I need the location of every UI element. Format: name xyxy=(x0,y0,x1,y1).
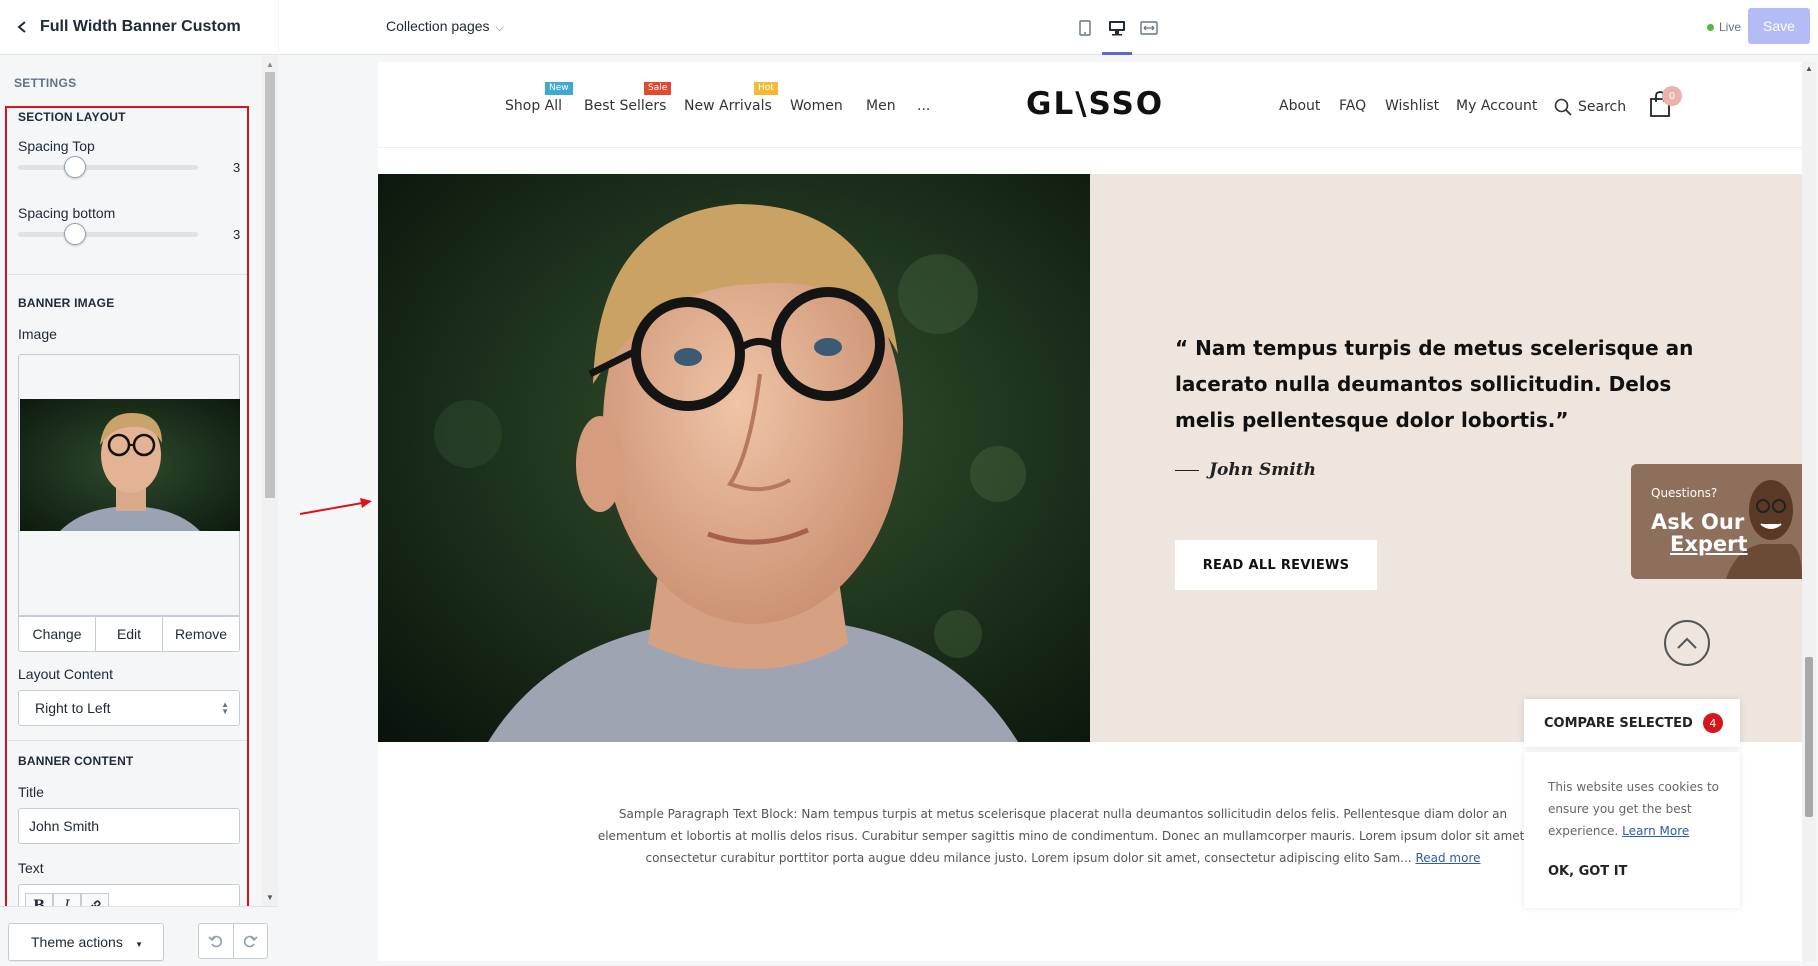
banner-photo xyxy=(378,174,1090,742)
undo-redo-group xyxy=(198,923,268,959)
sidebar-footer: Theme actions ▼ xyxy=(0,906,278,966)
scroll-thumb[interactable] xyxy=(265,72,275,498)
mobile-view-icon[interactable] xyxy=(1069,8,1101,48)
nav-about[interactable]: About xyxy=(1279,98,1320,114)
compare-selected-bar[interactable]: COMPARE SELECTED 4 xyxy=(1524,699,1740,747)
nav-shop-all[interactable]: New Shop All xyxy=(505,82,573,114)
ask-title-line2: Expert xyxy=(1670,532,1748,556)
nav-badge-new: New xyxy=(545,82,573,95)
nav-search[interactable]: Search xyxy=(1554,98,1626,116)
sidebar-header: Full Width Banner Custom xyxy=(0,0,278,55)
section-title: Full Width Banner Custom xyxy=(40,18,241,35)
read-all-reviews-button[interactable]: READ ALL REVIEWS xyxy=(1175,540,1377,590)
settings-label: SETTINGS xyxy=(14,76,77,90)
scroll-to-top-button[interactable] xyxy=(1664,620,1710,666)
theme-actions-button[interactable]: Theme actions ▼ xyxy=(8,923,164,961)
nav-men[interactable]: Men xyxy=(866,98,896,114)
scroll-down-icon[interactable]: ▼ xyxy=(266,893,274,902)
fullscreen-view-icon[interactable] xyxy=(1133,8,1165,48)
live-label: Live xyxy=(1719,20,1742,34)
full-width-banner: “ Nam tempus turpis de metus scelerisque… xyxy=(378,174,1802,742)
paragraph-text-block: Sample Paragraph Text Block: Nam tempus … xyxy=(593,803,1533,869)
ask-expert-widget[interactable]: Questions? Ask Our Expert xyxy=(1631,464,1802,579)
chevron-up-icon xyxy=(1677,637,1697,649)
nav-badge-sale: Sale xyxy=(644,82,672,95)
compare-label: COMPARE SELECTED xyxy=(1544,715,1693,731)
highlight-box xyxy=(5,106,249,906)
nav-women[interactable]: Women xyxy=(790,98,843,114)
store-header: New Shop All Sale Best Sellers Hot New A… xyxy=(378,62,1802,148)
nav-label: Best Sellers xyxy=(584,98,667,114)
cookie-text-block: This website uses cookies to ensure you … xyxy=(1548,776,1723,842)
redo-icon[interactable] xyxy=(233,923,268,959)
cookie-banner: This website uses cookies to ensure you … xyxy=(1524,752,1740,908)
preview-scrollbar[interactable]: ▲ xyxy=(1802,62,1816,961)
nav-label: New Arrivals xyxy=(684,98,772,114)
banner-author: John Smith xyxy=(1175,460,1316,480)
page-type-label: Collection pages xyxy=(386,18,490,34)
paragraph-text: Sample Paragraph Text Block: Nam tempus … xyxy=(597,807,1529,865)
live-dot-icon xyxy=(1707,23,1714,31)
author-dash xyxy=(1175,469,1199,471)
live-status: Live xyxy=(1707,20,1741,34)
store-preview: New Shop All Sale Best Sellers Hot New A… xyxy=(378,62,1802,961)
banner-quote: “ Nam tempus turpis de metus scelerisque… xyxy=(1175,336,1694,432)
nav-faq[interactable]: FAQ xyxy=(1339,98,1366,114)
caret-down-icon: ▼ xyxy=(135,940,143,949)
red-arrow-icon xyxy=(299,498,372,515)
editor-sidebar: Full Width Banner Custom SETTINGS SECTIO… xyxy=(0,0,278,966)
learn-more-link[interactable]: Learn More xyxy=(1622,824,1689,838)
nav-new-arrivals[interactable]: Hot New Arrivals xyxy=(684,82,778,114)
save-button[interactable]: Save xyxy=(1748,8,1810,44)
store-logo[interactable]: GL\SSO xyxy=(1026,86,1164,122)
sidebar-scrollbar[interactable]: ▲ ▼ xyxy=(262,56,278,906)
undo-icon[interactable] xyxy=(198,923,234,959)
read-more-link[interactable]: Read more xyxy=(1415,851,1480,865)
theme-actions-label: Theme actions xyxy=(31,934,123,950)
nav-my-account[interactable]: My Account xyxy=(1456,98,1537,114)
cookie-accept-button[interactable]: OK, GOT IT xyxy=(1548,864,1627,879)
device-switcher xyxy=(1069,8,1165,55)
desktop-view-icon[interactable] xyxy=(1101,8,1133,55)
nav-label: Shop All xyxy=(505,98,563,114)
settings-scroll-area: SETTINGS SECTION LAYOUT Spacing Top 3 Sp… xyxy=(0,56,262,906)
search-icon xyxy=(1554,98,1572,116)
back-arrow-icon[interactable] xyxy=(4,0,40,55)
scroll-up-icon[interactable]: ▲ xyxy=(1805,64,1813,73)
author-name: John Smith xyxy=(1209,460,1316,480)
chevron-down-icon: ⌵ xyxy=(495,22,504,34)
cart-count-badge: 0 xyxy=(1662,86,1682,106)
ask-title-line1: Ask Our xyxy=(1651,510,1745,534)
page-type-select[interactable]: Collection pages ⌵ xyxy=(386,18,504,35)
scroll-thumb[interactable] xyxy=(1805,657,1813,817)
nav-best-sellers[interactable]: Sale Best Sellers xyxy=(584,82,672,114)
nav-more[interactable]: ... xyxy=(917,98,930,114)
scroll-up-icon[interactable]: ▲ xyxy=(266,60,274,69)
ask-question-label: Questions? xyxy=(1651,486,1718,500)
nav-badge-hot: Hot xyxy=(754,82,778,95)
editor-topbar: Collection pages ⌵ Live Save xyxy=(279,0,1818,55)
nav-wishlist[interactable]: Wishlist xyxy=(1385,98,1439,114)
search-label: Search xyxy=(1578,99,1627,115)
compare-count-badge: 4 xyxy=(1702,713,1723,733)
